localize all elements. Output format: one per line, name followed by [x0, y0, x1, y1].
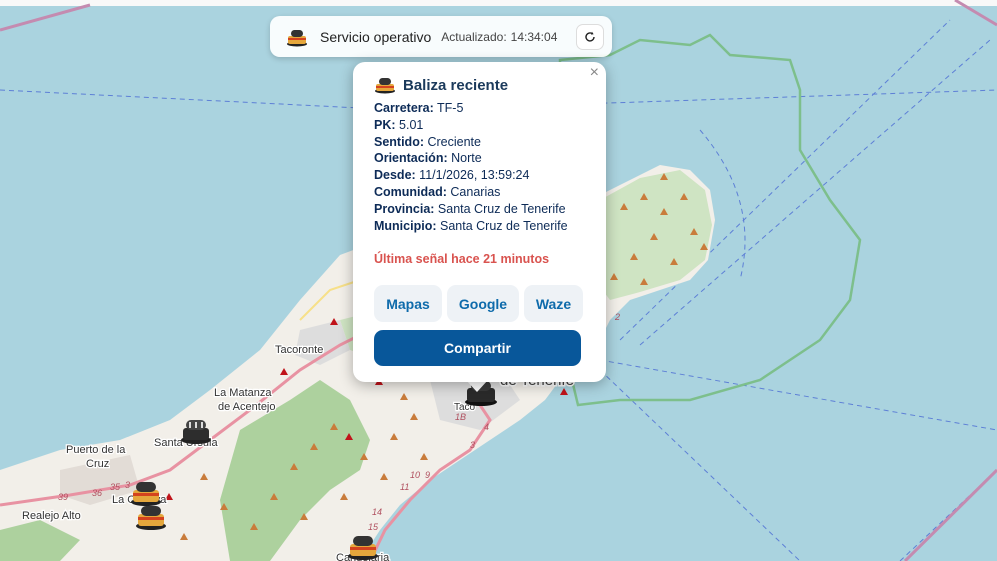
share-button[interactable]: Compartir — [374, 330, 581, 367]
beacon-marker[interactable] — [135, 500, 167, 530]
road-label: 14 — [372, 507, 382, 517]
road-label: 35 — [110, 482, 121, 492]
place-label: de Acentejo — [218, 401, 276, 413]
place-label: Realejo Alto — [22, 510, 81, 522]
place-label: Cruz — [86, 458, 109, 470]
place-label: Tacoronte — [275, 344, 323, 356]
google-button[interactable]: Google — [447, 285, 519, 323]
place-label: La Matanza — [214, 387, 272, 399]
waze-button[interactable]: Waze — [524, 285, 583, 323]
road-label: 10 — [410, 470, 420, 480]
field-orientacion: Orientación: Norte — [374, 151, 482, 166]
road-label: 9 — [425, 470, 430, 480]
beacon-icon — [287, 29, 307, 46]
navigation-buttons: Mapas Google Waze — [374, 285, 586, 323]
updated-info: Actualizado: 14:34:04 — [441, 30, 557, 44]
road-label: 2 — [614, 312, 620, 322]
road-label: 39 — [58, 492, 68, 502]
popup-title-text: Baliza reciente — [403, 76, 509, 94]
refresh-button[interactable] — [576, 23, 604, 50]
refresh-icon — [585, 31, 595, 42]
field-carretera: Carretera: TF-5 — [374, 101, 464, 115]
field-sentido: Sentido: Creciente — [374, 134, 481, 149]
beacon-marker[interactable] — [347, 530, 379, 560]
road-label: 11 — [400, 482, 409, 492]
status-text: Servicio operativo — [320, 28, 432, 45]
last-signal-text: Última señal hace 21 minutos — [374, 252, 550, 267]
beacon-popup: × Baliza reciente Carretera: TF-5 PK: 5.… — [353, 62, 606, 382]
field-municipio: Municipio: Santa Cruz de Tenerife — [374, 218, 568, 233]
updated-label: Actualizado: — [441, 29, 507, 44]
road-label: 1B — [455, 412, 466, 422]
road-label: 36 — [92, 488, 102, 498]
road-label: 4 — [484, 422, 489, 432]
place-label: Puerto de la — [66, 444, 126, 456]
road-label: 3 — [470, 440, 475, 450]
maps-button[interactable]: Mapas — [374, 285, 442, 323]
field-comunidad: Comunidad: Canarias — [374, 184, 501, 199]
field-pk: PK: 5.01 — [374, 117, 424, 132]
field-provincia: Provincia: Santa Cruz de Tenerife — [374, 201, 566, 216]
status-bar: Servicio operativo Actualizado: 14:34:04 — [270, 16, 612, 57]
close-button[interactable]: × — [590, 65, 599, 81]
field-desde: Desde: 11/1/2026, 13:59:24 — [374, 168, 530, 183]
beacon-marker[interactable] — [180, 414, 212, 444]
updated-time: 14:34:04 — [510, 29, 558, 44]
popup-title: Baliza reciente — [374, 76, 586, 94]
beacon-icon — [375, 78, 395, 94]
